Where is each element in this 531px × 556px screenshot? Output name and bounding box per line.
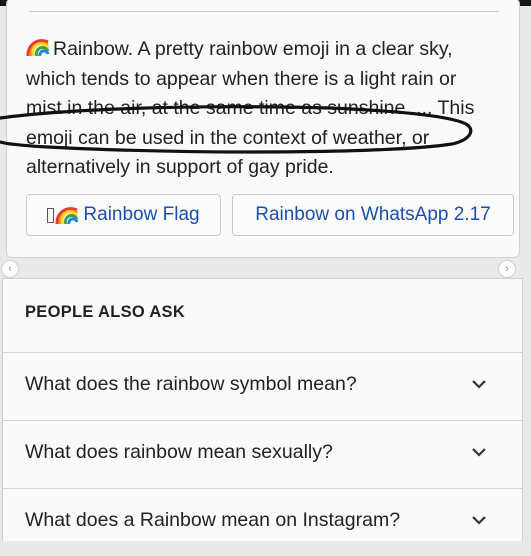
chip-rainbow-flag[interactable]: Rainbow Flag [26, 194, 221, 236]
chevron-down-icon[interactable] [471, 515, 487, 525]
scroll-left-arrow-icon[interactable]: ‹ [1, 260, 19, 278]
question-text: What does a Rainbow mean on Instagram? [25, 509, 401, 531]
question-item[interactable]: What does the rainbow symbol mean? [3, 352, 522, 420]
divider [29, 11, 499, 12]
question-text: What does the rainbow symbol mean? [25, 373, 357, 395]
question-item[interactable]: What does rainbow mean sexually? [3, 420, 522, 488]
people-also-ask-card: PEOPLE ALSO ASK What does the rainbow sy… [2, 278, 523, 541]
question-text: What does rainbow mean sexually? [25, 441, 333, 463]
chip-rainbow-on-whatsapp[interactable]: Rainbow on WhatsApp 2.17 [232, 194, 514, 236]
chevron-down-icon[interactable] [471, 447, 487, 457]
rainbow-emoji-icon [26, 39, 50, 56]
chip-label: Rainbow on WhatsApp 2.17 [255, 204, 491, 225]
missing-glyph-icon [47, 207, 55, 223]
chevron-down-icon[interactable] [471, 379, 487, 389]
chip-label: Rainbow Flag [83, 204, 200, 225]
question-item[interactable]: What does a Rainbow mean on Instagram? [3, 488, 522, 556]
featured-snippet-card: Rainbow. A pretty rainbow emoji in a cle… [6, 0, 520, 258]
scroll-right-arrow-icon[interactable]: › [498, 260, 516, 278]
rainbow-flag-emoji-icon [55, 206, 79, 224]
snippet-text: Rainbow. A pretty rainbow emoji in a cle… [26, 35, 496, 183]
people-also-ask-title: PEOPLE ALSO ASK [25, 303, 186, 321]
snippet-body: Rainbow. A pretty rainbow emoji in a cle… [26, 38, 475, 178]
